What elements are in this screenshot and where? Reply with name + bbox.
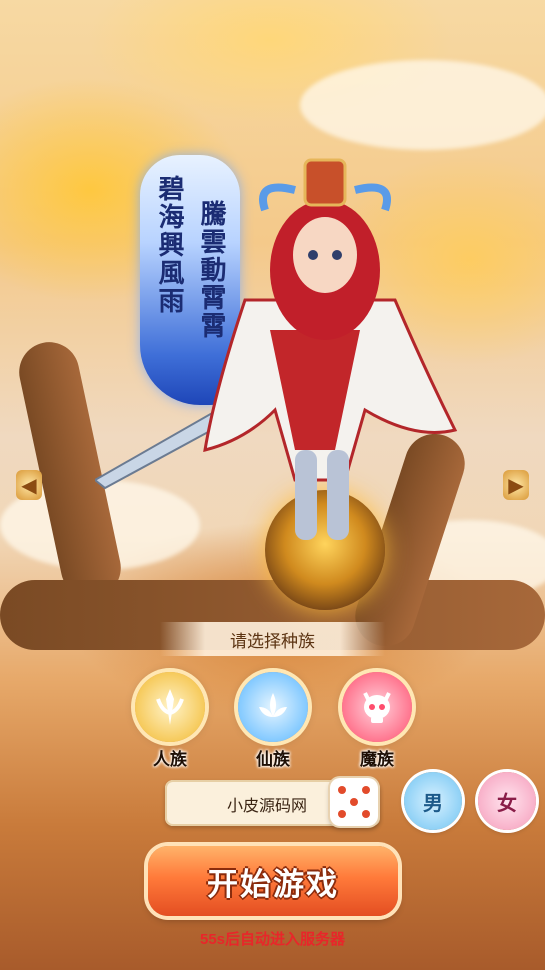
cloud xyxy=(300,60,545,150)
dice-pip xyxy=(350,798,358,806)
race-select-title: 请选择种族 xyxy=(160,622,385,656)
dice-pip xyxy=(338,810,346,818)
start-game-label: 开始游戏 xyxy=(207,866,339,902)
dice-pip xyxy=(362,810,370,818)
race-label-demon: 魔族 xyxy=(360,750,394,769)
gender-male-button[interactable]: 男 xyxy=(404,772,462,830)
human-race-icon xyxy=(156,689,184,725)
race-option-demon[interactable] xyxy=(342,672,412,742)
gender-female-button[interactable]: 女 xyxy=(478,772,536,830)
dice-pip xyxy=(362,786,370,794)
random-name-dice-icon[interactable] xyxy=(330,778,378,826)
gender-male-label: 男 xyxy=(423,792,443,815)
race-label-immortal: 仙族 xyxy=(256,750,290,769)
next-character-arrow-icon[interactable]: ▶ xyxy=(503,470,529,500)
dice-pip xyxy=(338,786,346,794)
prev-character-arrow-icon[interactable]: ◀ xyxy=(16,470,42,500)
start-game-button[interactable]: 开始游戏 xyxy=(148,846,398,916)
character-name-value: 小皮源码网 xyxy=(227,798,308,815)
race-option-human[interactable] xyxy=(135,672,205,742)
gender-female-label: 女 xyxy=(497,792,517,815)
skull-icon xyxy=(363,692,391,723)
lotus-icon xyxy=(259,693,287,717)
hero-character xyxy=(95,158,458,540)
auto-enter-countdown: 55s后自动进入服务器 xyxy=(199,931,346,948)
race-option-immortal[interactable] xyxy=(238,672,308,742)
race-label-human: 人族 xyxy=(153,750,187,769)
